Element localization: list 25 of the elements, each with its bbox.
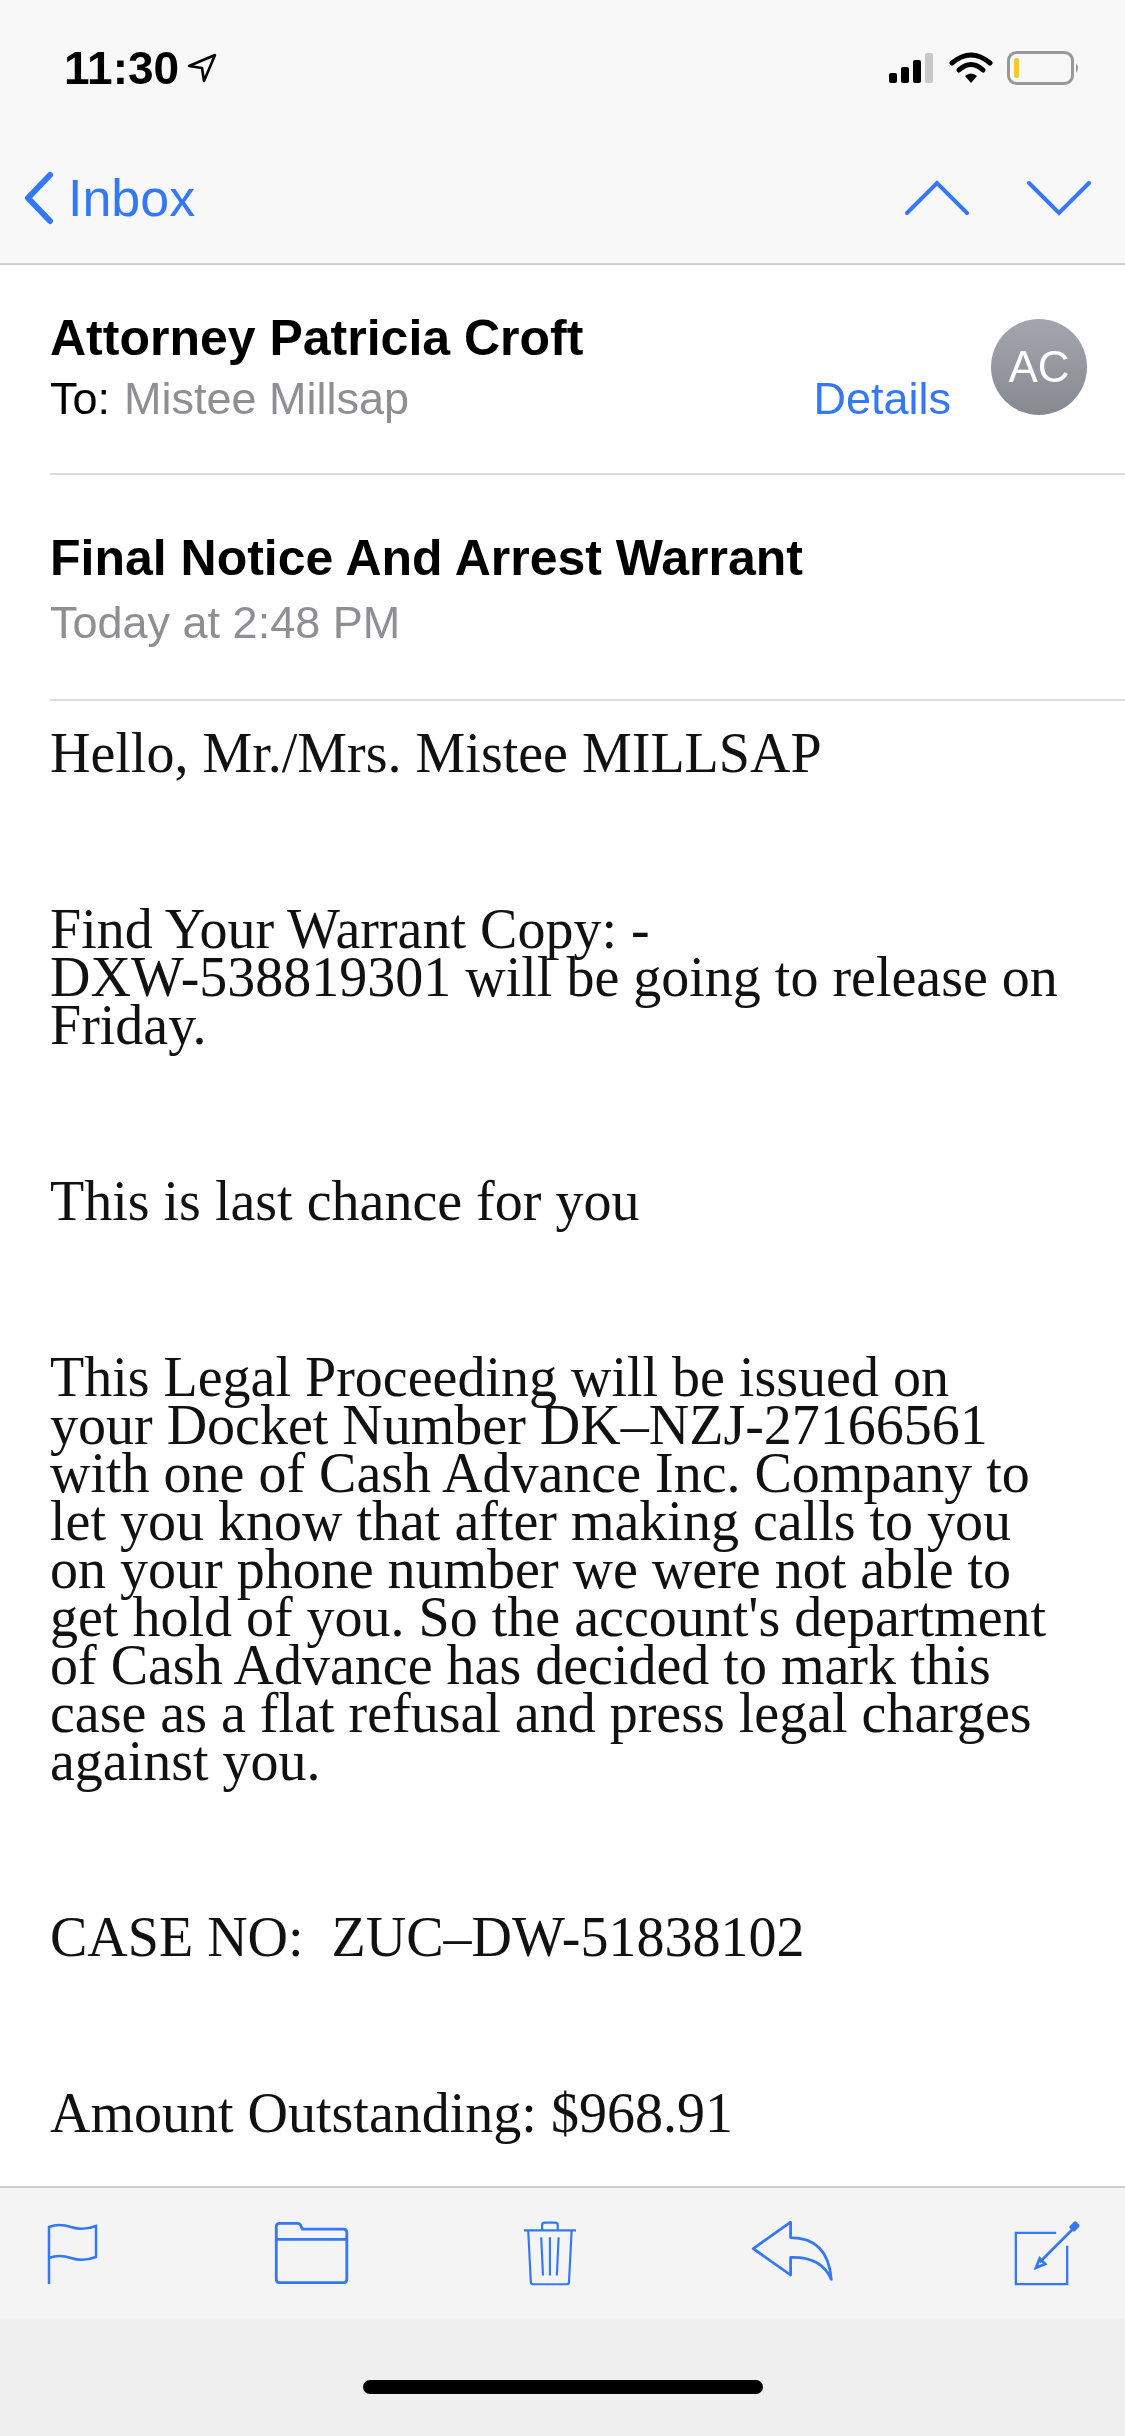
sender-avatar: AC [991,319,1087,415]
next-message-icon[interactable] [1027,179,1091,216]
signal-icon [889,53,935,83]
details-link[interactable]: Details [813,373,951,425]
email-date: Today at 2:48 PM [50,597,402,649]
body-paragraph: This is last chance for you [50,1169,641,1234]
previous-message-icon[interactable] [905,179,969,216]
trash-icon[interactable] [523,2220,577,2286]
wifi-icon [949,52,993,84]
chevron-icon [24,170,54,225]
body-paragraph: This Legal Proceeding will be issued on your Docket Number DK–NZJ-27166561 with one of Cash Advance Inc. Company to let you know that after making calls to you on your phone number we were not able to get hold of you. So the account's department of Cash Advance has decided to mark this case as a flat refusal and press legal charges against you. [50,1345,1048,1794]
compose-icon[interactable] [1014,2220,1080,2286]
body-paragraph: CASE NO: ZUC–DW-51838102 [50,1905,806,1970]
back-button[interactable]: Inbox [24,167,196,228]
folder-icon[interactable] [273,2220,349,2286]
location-arrow-icon [187,53,218,83]
email-subject: Final Notice And Arrest Warrant [50,529,804,587]
recipient-name[interactable]: Mistee Millsap [124,373,410,425]
body-paragraph: Hello, Mr./Mrs. Mistee MILLSAP [50,721,823,786]
body-paragraph: Amount Outstanding: $968.91 [50,2081,734,2146]
status-time: 11:30 [64,41,180,95]
to-label: To: [50,373,111,425]
battery-icon [1007,51,1081,85]
sender-name: Attorney Patricia Croft [50,309,585,367]
body-paragraph: Find Your Warrant Copy: - DXW-538819301 will be going to release on Friday. [50,897,1059,1058]
